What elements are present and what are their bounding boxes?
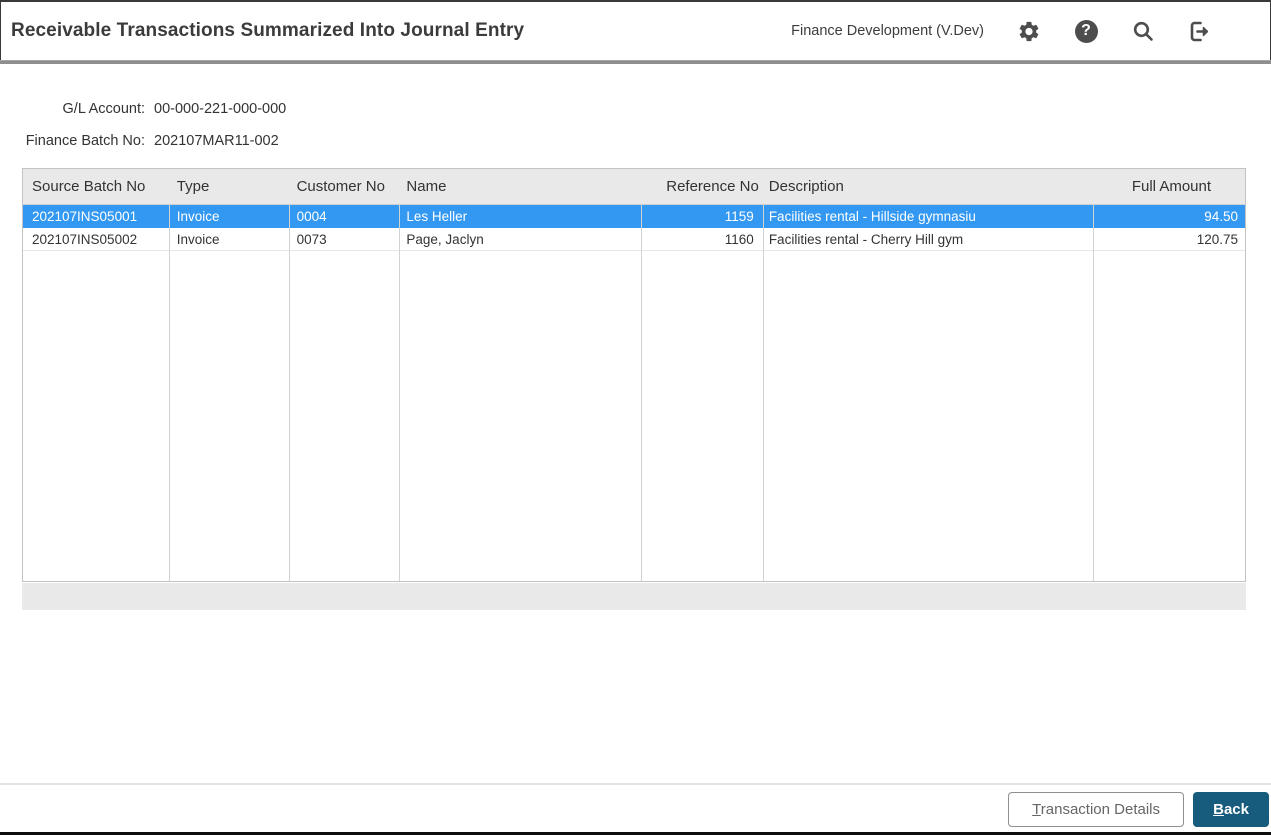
column-separator	[763, 205, 764, 581]
column-separator	[399, 205, 400, 581]
transaction-details-button[interactable]: Transaction Details	[1008, 792, 1184, 827]
cell: Facilities rental - Hillside gymnasiu	[768, 208, 976, 224]
cell: 1160	[724, 231, 754, 247]
column-separator	[289, 205, 290, 581]
top-bar: Receivable Transactions Summarized Into …	[0, 0, 1271, 60]
grid-footer-strip	[22, 583, 1246, 610]
table-row[interactable]: 202107INS05002 Invoice 0073 Page, Jaclyn 116…	[23, 228, 1245, 251]
table-row[interactable]: 202107INS05001 Invoice 0004 Les Heller 1159 F…	[23, 205, 1245, 228]
top-bar-right: Finance Development (V.Dev) ?	[791, 2, 1212, 60]
cell: 0004	[296, 208, 327, 224]
cell: Invoice	[176, 231, 220, 247]
column-header: Source Batch No	[32, 178, 146, 195]
column-separator	[641, 205, 642, 581]
app-window: Receivable Transactions Summarized Into …	[0, 0, 1271, 835]
back-button-label: Back	[1213, 801, 1249, 818]
column-header: Customer No	[296, 178, 385, 195]
gear-icon[interactable]	[1017, 19, 1041, 43]
column-header: Reference No	[666, 178, 759, 195]
finance-batch-label: Finance Batch No:	[25, 133, 145, 149]
transaction-details-button-label: Transaction Details	[1032, 801, 1160, 818]
cell: 120.75	[1196, 231, 1239, 247]
help-question-mark: ?	[1074, 19, 1098, 43]
column-header: Full Amount	[1131, 178, 1212, 195]
cell: 1159	[724, 208, 754, 224]
cell: Facilities rental - Cherry Hill gym	[768, 231, 964, 247]
filter-fields: G/L Account: 00-000-221-000-000 Finance …	[20, 101, 287, 165]
header-divider	[0, 60, 1271, 64]
cell: 94.50	[1204, 208, 1239, 224]
footer-divider	[0, 783, 1271, 785]
cell: 0073	[296, 231, 327, 247]
cell: 202107INS05001	[32, 208, 138, 224]
cell: Invoice	[176, 208, 220, 224]
column-header: Type	[176, 178, 210, 195]
help-icon[interactable]: ?	[1074, 19, 1098, 43]
column-separator	[1093, 205, 1094, 581]
cell: Page, Jaclyn	[406, 231, 484, 247]
finance-batch-value: 202107MAR11-002	[154, 133, 279, 149]
sign-out-icon[interactable]	[1188, 19, 1212, 43]
cell: Les Heller	[406, 208, 468, 224]
finance-batch-row: Finance Batch No: 202107MAR11-002	[20, 133, 286, 149]
column-header: Name	[406, 178, 447, 195]
cell: 202107INS05002	[32, 231, 138, 247]
column-header: Description	[768, 178, 844, 195]
back-button[interactable]: Back	[1193, 792, 1269, 827]
gl-account-label: G/L Account:	[62, 101, 145, 117]
transactions-grid: Source Batch No Type Customer No Name Refere…	[22, 168, 1246, 582]
gl-account-value: 00-000-221-000-000	[154, 101, 287, 117]
search-icon[interactable]	[1131, 19, 1155, 43]
grid-rows: 202107INS05001 Invoice 0004 Les Heller 1159 F…	[23, 205, 1245, 251]
column-separator	[169, 205, 170, 581]
page-title: Receivable Transactions Summarized Into …	[11, 20, 525, 41]
grid-header: Source Batch No Type Customer No Name Refere…	[22, 168, 1246, 205]
grid-body: 202107INS05001 Invoice 0004 Les Heller 1159 F…	[22, 205, 1246, 582]
gl-account-row: G/L Account: 00-000-221-000-000	[20, 101, 287, 117]
environment-label: Finance Development (V.Dev)	[791, 23, 984, 39]
